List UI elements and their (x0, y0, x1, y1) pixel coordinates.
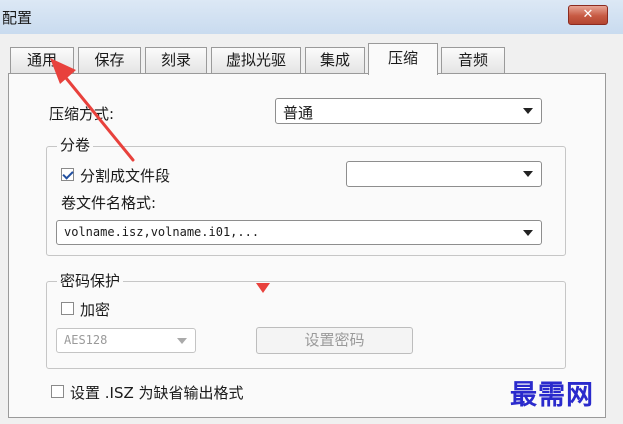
red-triangle-marker (256, 283, 270, 293)
red-arrow-annotation (50, 58, 135, 162)
annotation-overlay (50, 58, 270, 293)
